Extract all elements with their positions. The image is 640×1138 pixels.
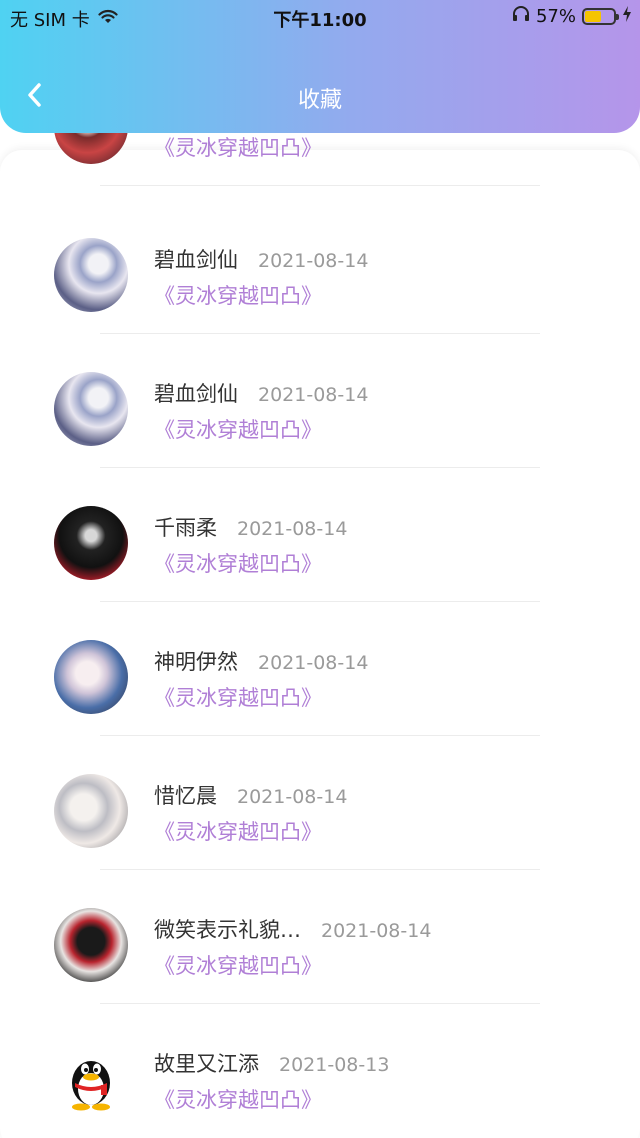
favorites-list: 《灵冰穿越凹凸》 碧血剑仙 2021-08-14 《灵冰穿越凹凸》 碧血剑仙 2… bbox=[0, 90, 640, 1138]
user-name: 千雨柔 bbox=[154, 516, 217, 540]
battery-percent: 57% bbox=[535, 6, 576, 27]
list-item[interactable]: 惜忆晨 2021-08-14 《灵冰穿越凹凸》 bbox=[0, 736, 640, 870]
user-name: 碧血剑仙 bbox=[154, 382, 238, 406]
status-right: 57% bbox=[512, 6, 632, 27]
date: 2021-08-14 bbox=[258, 250, 369, 272]
user-name: 碧血剑仙 bbox=[154, 248, 238, 272]
date: 2021-08-14 bbox=[321, 920, 432, 942]
status-bar: 无 SIM 卡 下午11:00 57% bbox=[0, 0, 640, 34]
user-name: 神明伊然 bbox=[154, 650, 238, 674]
book-title[interactable]: 《灵冰穿越凹凸》 bbox=[154, 816, 322, 846]
header: 无 SIM 卡 下午11:00 57% 收藏 bbox=[0, 0, 640, 133]
avatar bbox=[54, 506, 128, 580]
qq-penguin-icon bbox=[72, 1061, 110, 1111]
name-row: 故里又江添 2021-08-13 bbox=[154, 1048, 389, 1078]
avatar bbox=[54, 774, 128, 848]
book-title[interactable]: 《灵冰穿越凹凸》 bbox=[154, 280, 322, 310]
list-item[interactable]: 微笑表示礼貌… 2021-08-14 《灵冰穿越凹凸》 bbox=[0, 870, 640, 1004]
name-row: 碧血剑仙 2021-08-14 bbox=[154, 378, 368, 408]
name-row: 微笑表示礼貌… 2021-08-14 bbox=[154, 914, 431, 944]
battery-icon bbox=[582, 8, 619, 25]
avatar bbox=[54, 238, 128, 312]
date: 2021-08-14 bbox=[237, 518, 348, 540]
book-title[interactable]: 《灵冰穿越凹凸》 bbox=[154, 682, 322, 712]
book-title[interactable]: 《灵冰穿越凹凸》 bbox=[154, 1084, 322, 1114]
list-item[interactable]: 碧血剑仙 2021-08-14 《灵冰穿越凹凸》 bbox=[0, 200, 640, 334]
avatar bbox=[54, 908, 128, 982]
name-row: 惜忆晨 2021-08-14 bbox=[154, 780, 347, 810]
date: 2021-08-14 bbox=[258, 384, 369, 406]
date: 2021-08-14 bbox=[237, 786, 348, 808]
avatar bbox=[54, 372, 128, 446]
date: 2021-08-13 bbox=[279, 1054, 390, 1076]
name-row: 千雨柔 2021-08-14 bbox=[154, 512, 347, 542]
divider bbox=[100, 185, 540, 186]
avatar bbox=[54, 1042, 128, 1116]
list-item[interactable]: 碧血剑仙 2021-08-14 《灵冰穿越凹凸》 bbox=[0, 334, 640, 468]
list-item[interactable]: 神明伊然 2021-08-14 《灵冰穿越凹凸》 bbox=[0, 602, 640, 736]
user-name: 故里又江添 bbox=[154, 1052, 259, 1076]
user-name: 微笑表示礼貌… bbox=[154, 918, 301, 942]
date: 2021-08-14 bbox=[258, 652, 369, 674]
battery-level bbox=[585, 11, 601, 22]
book-title[interactable]: 《灵冰穿越凹凸》 bbox=[154, 414, 322, 444]
name-row: 神明伊然 2021-08-14 bbox=[154, 646, 368, 676]
avatar bbox=[54, 640, 128, 714]
headphones-icon bbox=[512, 6, 530, 27]
book-title[interactable]: 《灵冰穿越凹凸》 bbox=[154, 132, 322, 162]
name-row: 碧血剑仙 2021-08-14 bbox=[154, 244, 368, 274]
book-title[interactable]: 《灵冰穿越凹凸》 bbox=[154, 950, 322, 980]
page-title: 收藏 bbox=[297, 88, 342, 113]
charging-icon bbox=[622, 6, 632, 27]
user-name: 惜忆晨 bbox=[154, 784, 217, 808]
book-title[interactable]: 《灵冰穿越凹凸》 bbox=[154, 548, 322, 578]
list-item[interactable]: 故里又江添 2021-08-13 《灵冰穿越凹凸》 bbox=[0, 1004, 640, 1138]
list-item[interactable]: 千雨柔 2021-08-14 《灵冰穿越凹凸》 bbox=[0, 468, 640, 602]
